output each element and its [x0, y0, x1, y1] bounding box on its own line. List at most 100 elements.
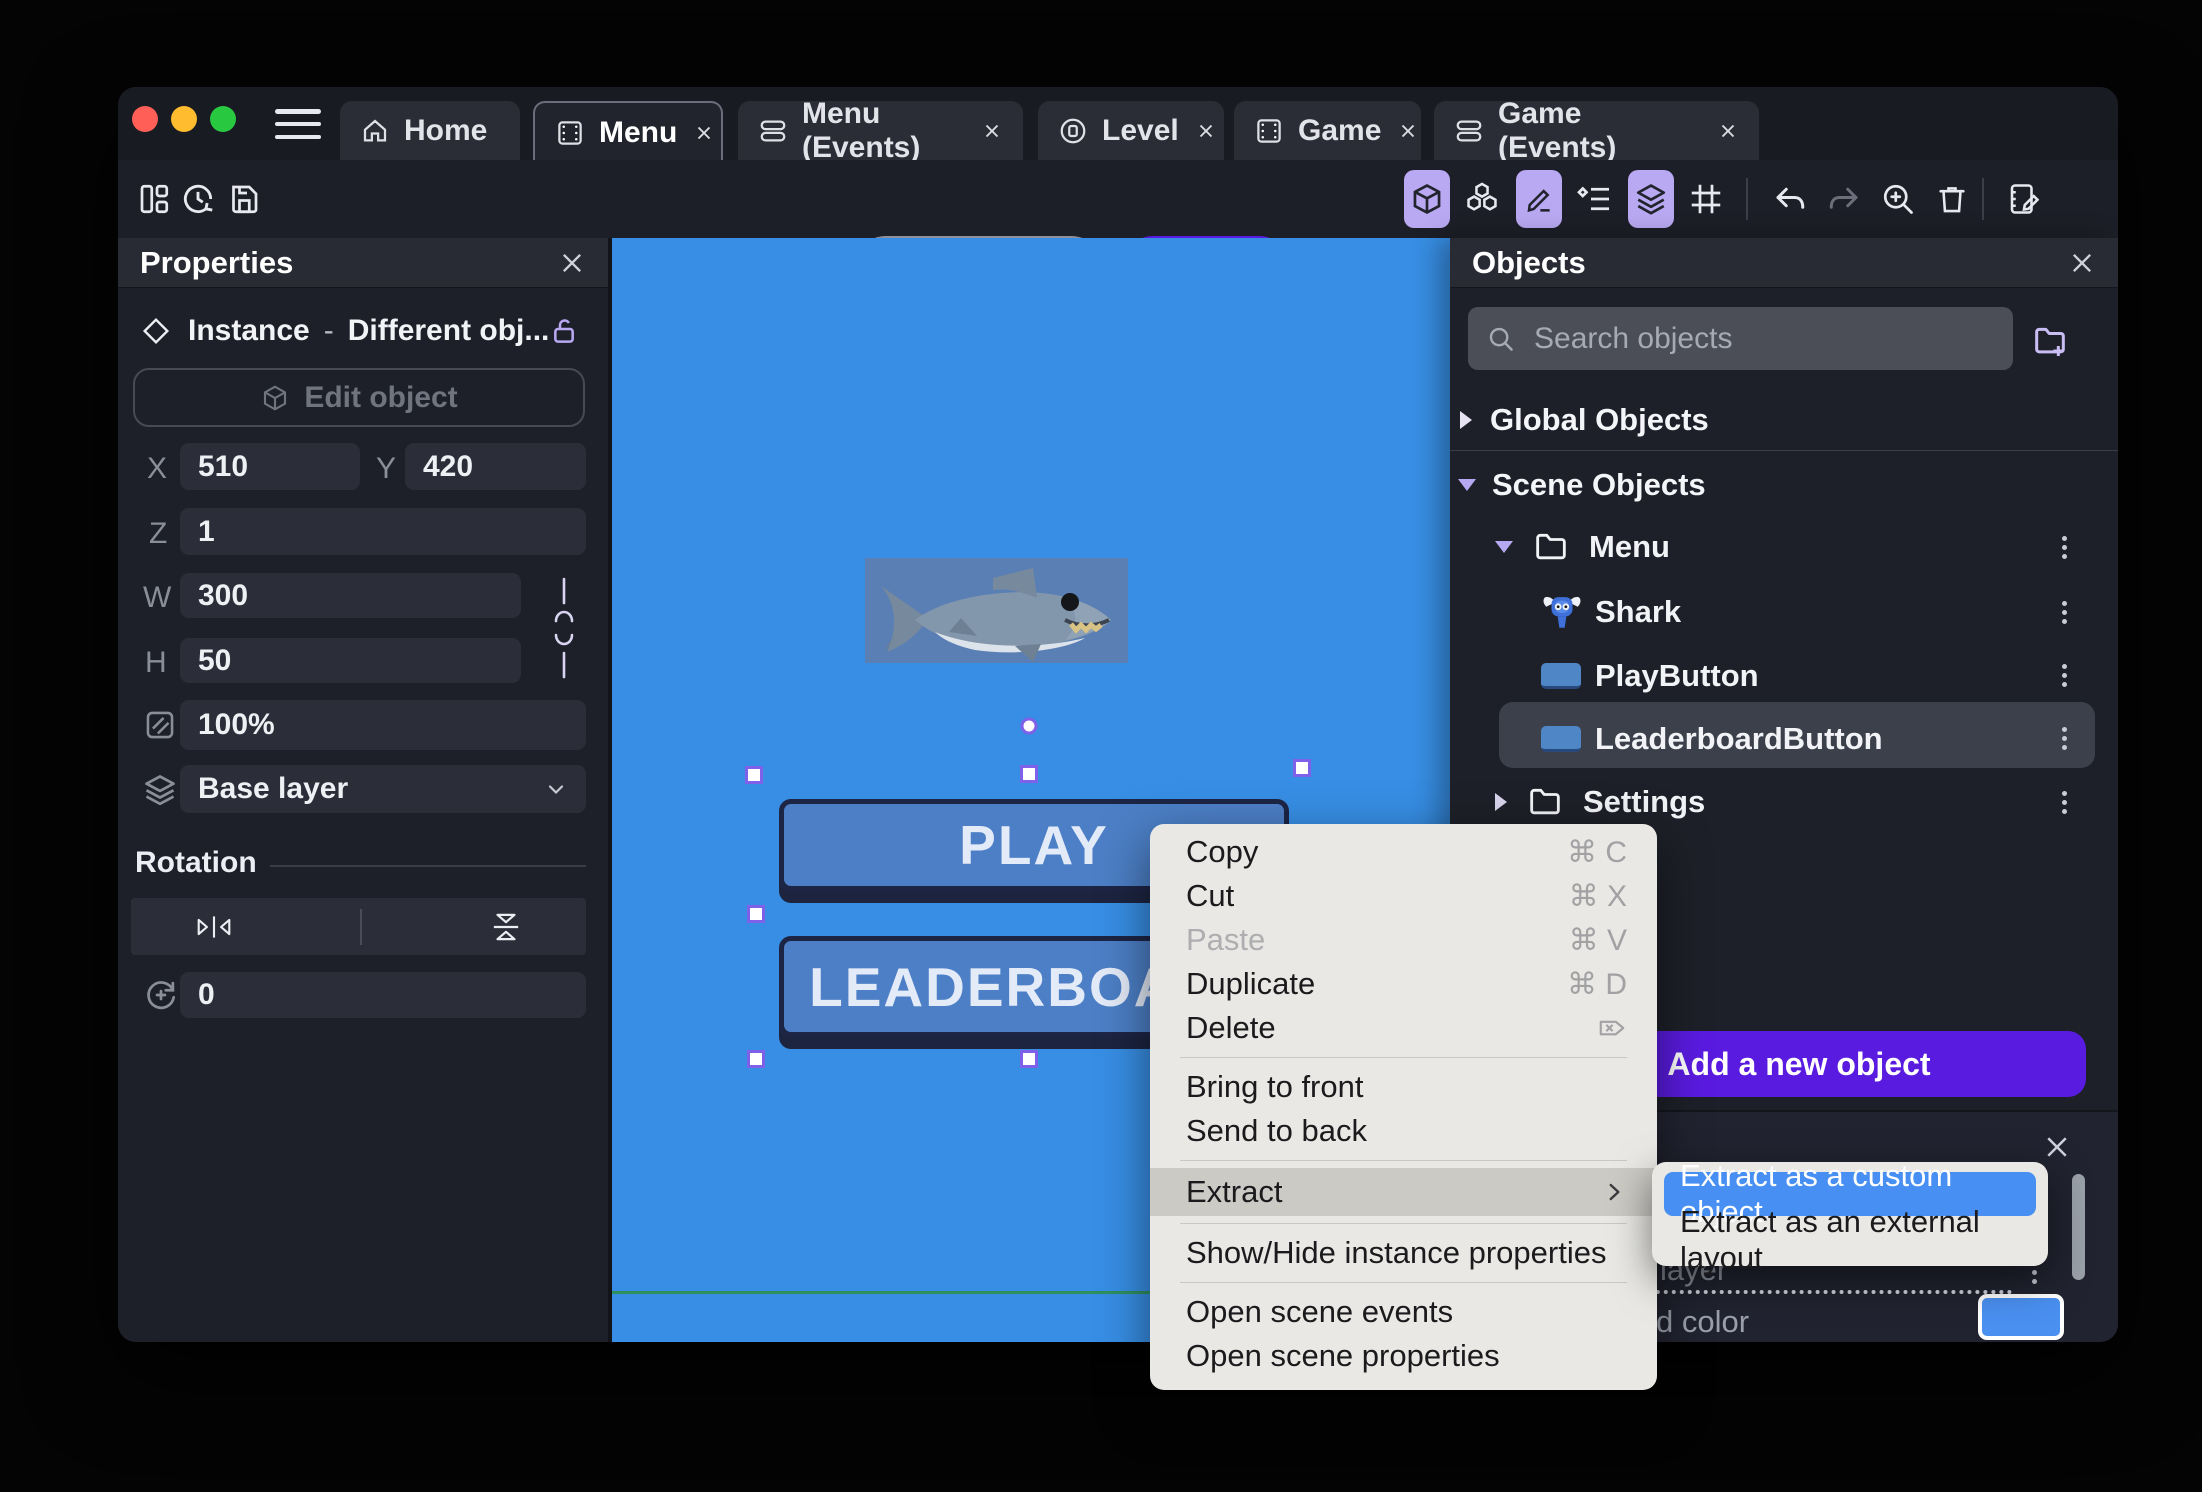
close-tab-icon[interactable] [693, 122, 715, 144]
lock-open-icon[interactable] [548, 315, 580, 347]
layer-select[interactable]: Base layer [180, 765, 586, 813]
expanded-arrow-icon[interactable] [1458, 479, 1476, 491]
toolbar-divider [1982, 178, 1984, 220]
link-dimensions-icon[interactable] [542, 573, 586, 683]
scrollbar-thumb[interactable] [2072, 1174, 2085, 1280]
expanded-arrow-icon[interactable] [1495, 541, 1513, 553]
x-label: X [147, 452, 168, 485]
w-input[interactable] [180, 573, 521, 618]
hamburger-menu-icon[interactable] [275, 109, 321, 139]
close-panel-icon[interactable] [2068, 249, 2096, 277]
section-divider [270, 865, 586, 867]
close-panel-icon[interactable] [2042, 1132, 2072, 1162]
row-menu-kebab-icon[interactable] [2062, 736, 2067, 741]
search-objects-box[interactable] [1468, 307, 2013, 370]
menu-item-send-to-back[interactable]: Send to back [1150, 1109, 1657, 1153]
global-objects-label: Global Objects [1490, 402, 1709, 437]
collapsed-arrow-icon[interactable] [1495, 793, 1507, 811]
close-panel-icon[interactable] [558, 249, 586, 277]
scene-objects-section[interactable]: Scene Objects [1458, 463, 1706, 507]
selection-handle[interactable] [747, 1050, 765, 1068]
rotate-selection-handle[interactable] [1020, 717, 1038, 735]
selection-handle[interactable] [1020, 1050, 1038, 1068]
opacity-input[interactable] [180, 700, 586, 750]
menu-item-open-scene-events[interactable]: Open scene events [1150, 1290, 1657, 1334]
selection-handle[interactable] [1020, 765, 1038, 783]
flip-horizontal-icon[interactable] [194, 912, 234, 942]
selection-handle[interactable] [1293, 759, 1311, 777]
z-input[interactable] [180, 508, 586, 555]
close-tab-icon[interactable] [1195, 120, 1217, 142]
search-objects-input[interactable] [1532, 320, 1995, 357]
selection-handle[interactable] [745, 766, 763, 784]
trash-icon[interactable] [1930, 177, 1974, 221]
row-menu-kebab-icon[interactable] [2062, 610, 2067, 615]
traffic-light-zoom[interactable] [210, 106, 236, 132]
tab-menu-events[interactable]: Menu (Events) [738, 97, 1023, 164]
scene-properties-icon[interactable] [2002, 177, 2046, 221]
row-menu-kebab-icon[interactable] [2062, 800, 2067, 805]
menu-item-extract[interactable]: Extract [1150, 1168, 1657, 1216]
global-objects-section[interactable]: Global Objects [1460, 398, 1709, 442]
tab-game-events[interactable]: Game (Events) [1434, 97, 1759, 164]
tab-game[interactable]: Game [1234, 101, 1421, 160]
shark-sprite[interactable] [865, 558, 1128, 663]
z-label: Z [149, 517, 168, 550]
tab-menu[interactable]: Menu [533, 101, 723, 162]
instance-header-row: Instance - Different obj... [118, 306, 608, 356]
tree-item-leaderboardbutton[interactable]: LeaderboardButton [1541, 716, 1883, 762]
menu-item-cut[interactable]: Cut ⌘ X [1150, 874, 1657, 918]
tab-home[interactable]: Home [340, 101, 520, 160]
undo-icon[interactable] [1768, 177, 1812, 221]
objects-groups-icon[interactable] [1460, 177, 1504, 221]
redo-icon[interactable] [1822, 177, 1866, 221]
tree-folder-settings[interactable]: Settings [1495, 779, 1705, 825]
object-label: LeaderboardButton [1595, 721, 1883, 756]
menu-item-duplicate[interactable]: Duplicate ⌘ D [1150, 962, 1657, 1006]
menu-item-bring-to-front[interactable]: Bring to front [1150, 1065, 1657, 1109]
tree-item-playbutton[interactable]: PlayButton [1541, 653, 1759, 699]
layer-select-value: Base layer [198, 772, 349, 805]
tab-level[interactable]: Level [1038, 101, 1224, 160]
add-folder-icon[interactable] [2030, 321, 2070, 361]
panels-layout-icon[interactable] [132, 177, 176, 221]
save-icon[interactable] [222, 177, 266, 221]
color-swatch[interactable] [1978, 1294, 2064, 1340]
tree-item-shark[interactable]: Shark [1541, 589, 1681, 635]
button-object-icon [1541, 663, 1581, 689]
h-input[interactable] [180, 638, 521, 683]
traffic-light-minimize[interactable] [171, 106, 197, 132]
menu-item-delete[interactable]: Delete [1150, 1006, 1657, 1050]
menu-item-open-scene-properties[interactable]: Open scene properties [1150, 1334, 1657, 1378]
collapsed-arrow-icon[interactable] [1460, 411, 1472, 429]
tab-label: Menu [599, 115, 678, 149]
close-tab-icon[interactable] [1397, 120, 1419, 142]
layers-icon[interactable] [1628, 170, 1674, 228]
tree-folder-menu[interactable]: Menu [1495, 524, 1670, 570]
close-tab-icon[interactable] [981, 120, 1003, 142]
view-cube-icon[interactable] [1404, 170, 1450, 228]
x-input[interactable] [180, 443, 360, 490]
selection-handle[interactable] [747, 905, 765, 923]
rotation-input[interactable] [180, 972, 586, 1018]
zoom-in-icon[interactable] [1876, 177, 1920, 221]
history-icon[interactable] [176, 177, 220, 221]
edit-pencil-icon[interactable] [1516, 170, 1562, 228]
close-tab-icon[interactable] [1717, 120, 1739, 142]
forward-delete-icon [1597, 1013, 1627, 1043]
menu-item-show-hide-instance-properties[interactable]: Show/Hide instance properties [1150, 1231, 1657, 1275]
row-menu-kebab-icon[interactable] [2062, 673, 2067, 678]
flip-vertical-icon[interactable] [489, 910, 523, 944]
tab-label: Home [404, 113, 488, 147]
instance-properties-icon[interactable] [1572, 177, 1616, 221]
submenu-item-extract-external-layout[interactable]: Extract as an external layout [1664, 1204, 2036, 1275]
y-input[interactable] [405, 443, 586, 490]
toolbar-divider [1746, 178, 1748, 220]
traffic-light-close[interactable] [132, 106, 158, 132]
row-menu-kebab-icon[interactable] [2032, 1270, 2037, 1275]
edit-object-button[interactable]: Edit object [133, 368, 585, 427]
row-menu-kebab-icon[interactable] [2062, 545, 2067, 550]
object-label: Shark [1595, 594, 1682, 629]
menu-item-copy[interactable]: Copy ⌘ C [1150, 830, 1657, 874]
grid-icon[interactable] [1684, 177, 1728, 221]
